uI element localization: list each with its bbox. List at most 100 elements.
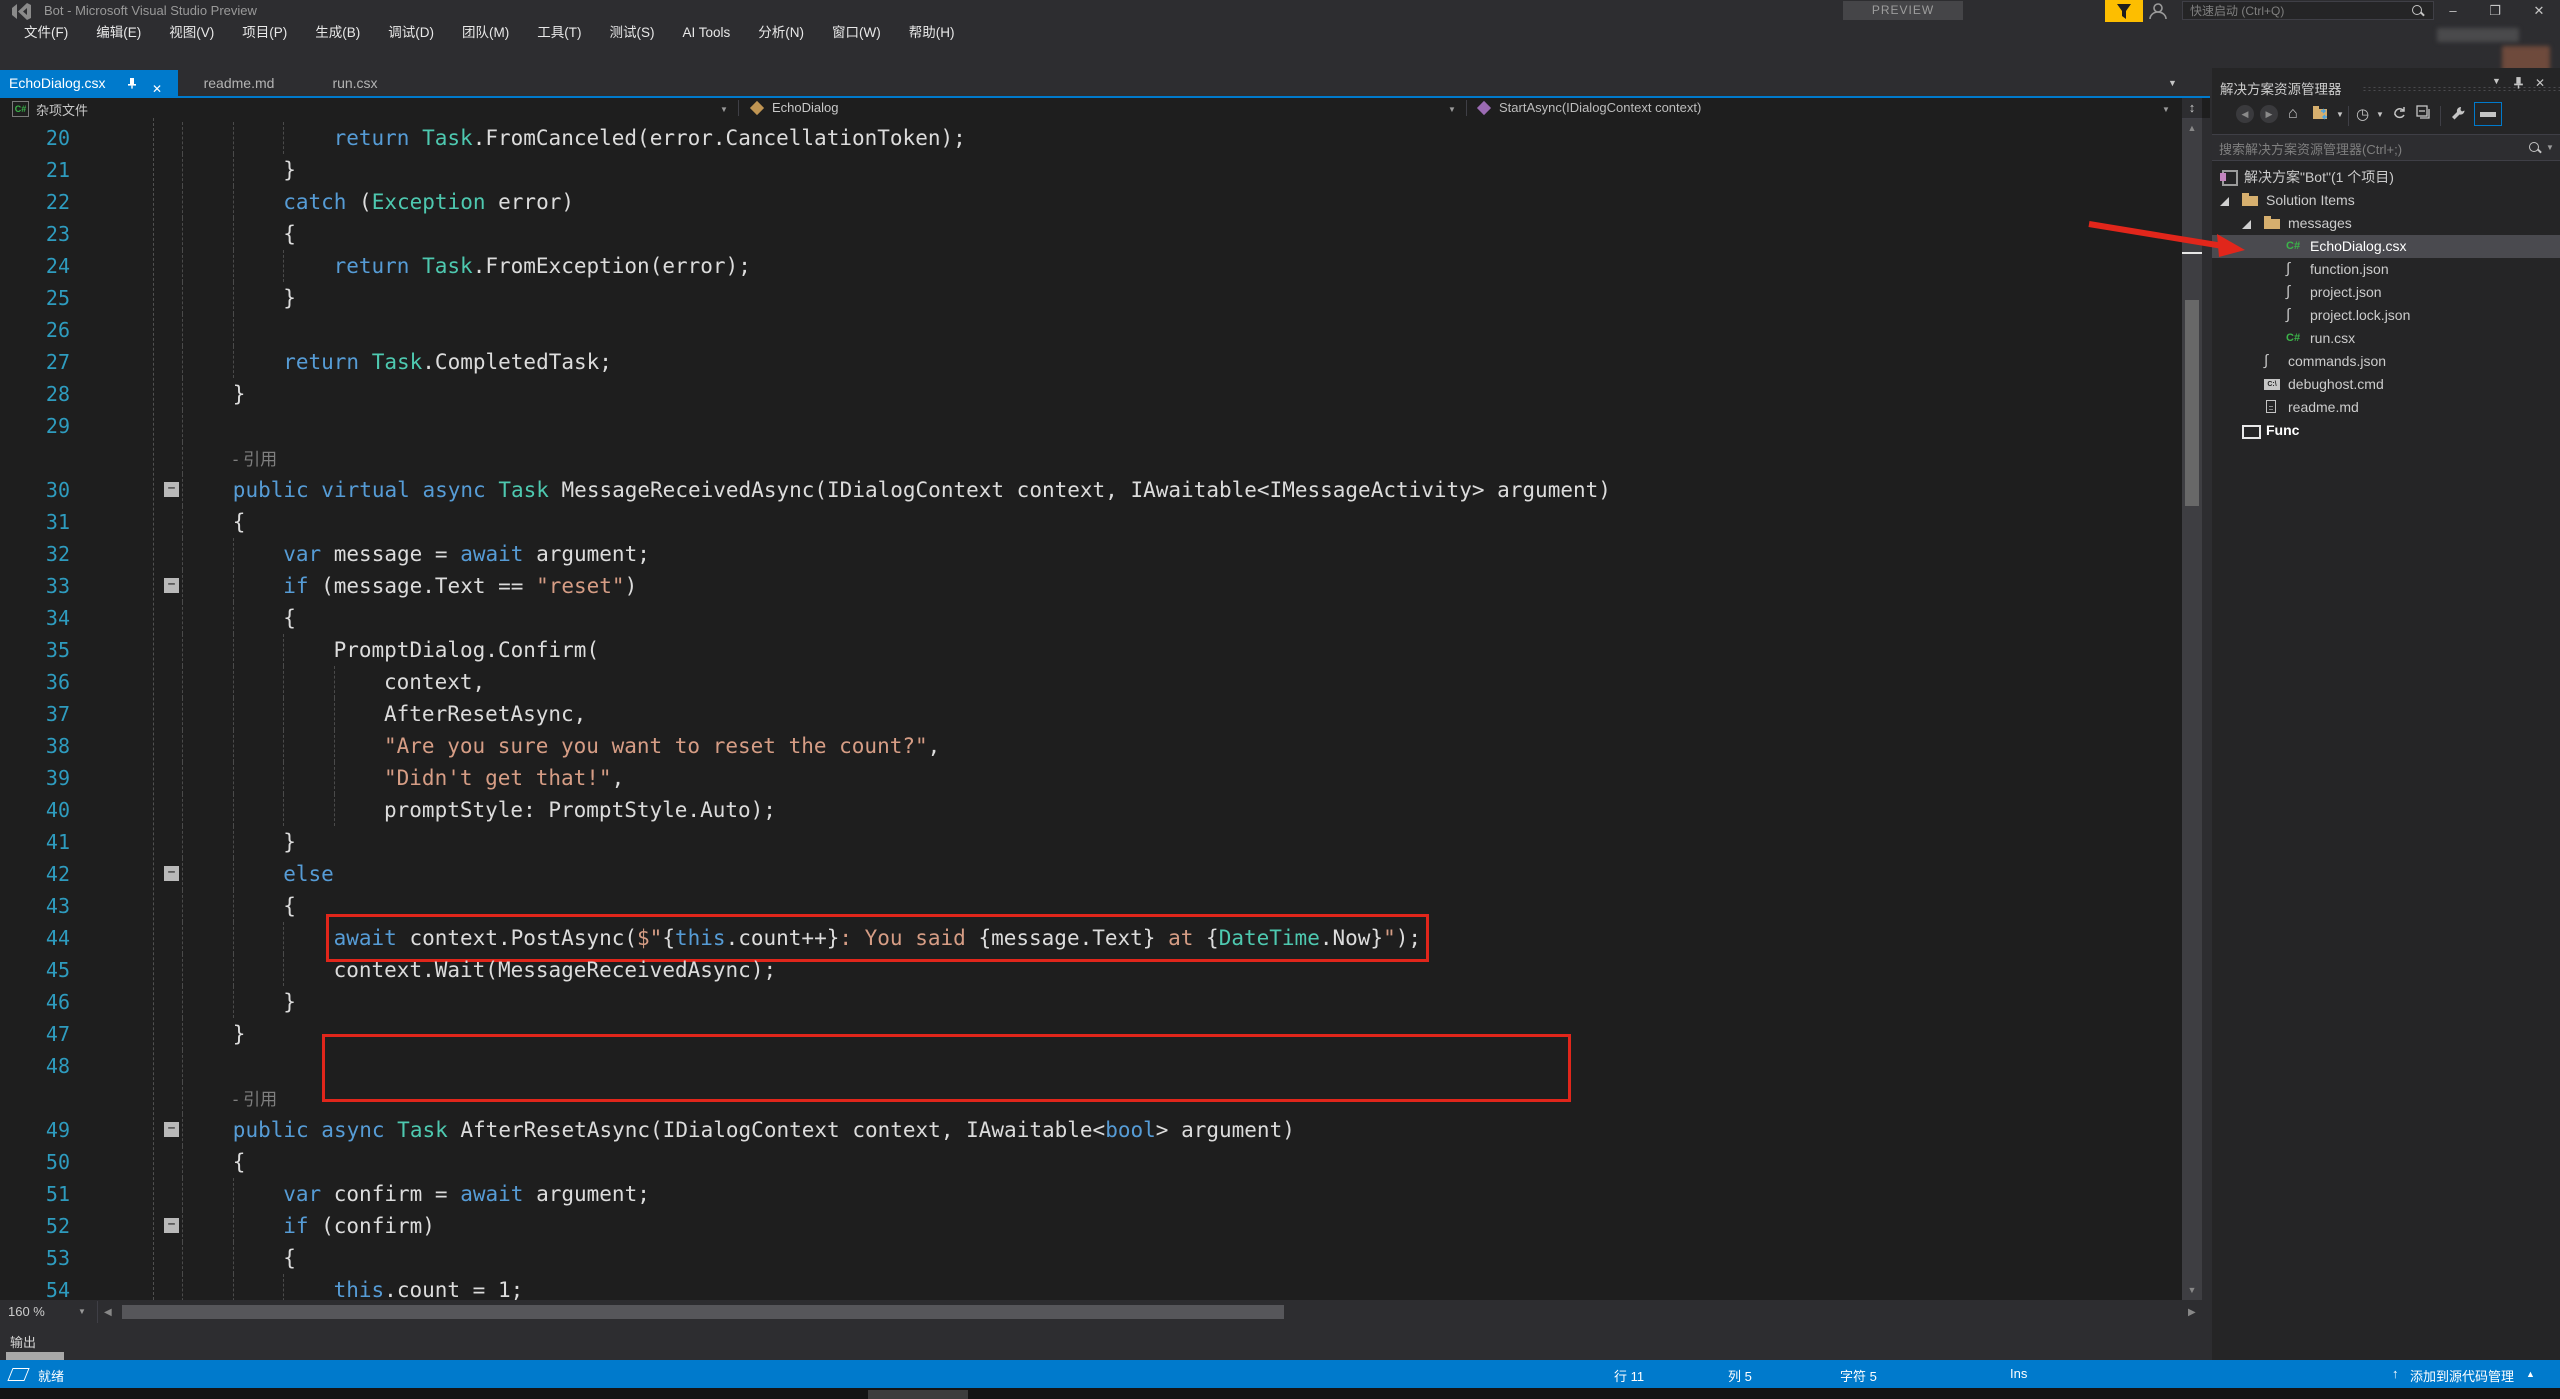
fold-toggle-icon[interactable]: − — [164, 1122, 179, 1137]
fold-toggle-icon[interactable]: − — [164, 1218, 179, 1233]
feedback-flag-icon[interactable] — [2105, 0, 2143, 22]
chevron-down-icon[interactable]: ▼ — [2546, 143, 2554, 152]
fold-toggle-icon[interactable]: − — [164, 578, 179, 593]
panel-menu-chevron-icon[interactable]: ▼ — [2492, 76, 2501, 86]
code-editor[interactable]: 20return Task.FromCanceled(error.Cancell… — [0, 118, 2182, 1300]
code-line-54[interactable]: 54this.count = 1; — [0, 1274, 2182, 1300]
close-panel-icon[interactable]: ✕ — [2535, 76, 2545, 90]
menu-item[interactable]: 测试(S) — [596, 22, 669, 44]
preview-selected-items-toggle[interactable] — [2474, 102, 2502, 126]
breadcrumb-type[interactable]: EchoDialog — [772, 100, 839, 115]
quick-launch-input[interactable]: 快速启动 (Ctrl+Q) — [2182, 1, 2434, 20]
code-line-39[interactable]: 39"Didn't get that!", — [0, 762, 2182, 794]
scroll-down-icon[interactable]: ▼ — [2182, 1281, 2202, 1299]
forward-button[interactable]: ▶ — [2260, 105, 2278, 123]
tree-item-commands.json[interactable]: ∫commands.json — [2212, 350, 2560, 373]
code-line-35[interactable]: 35PromptDialog.Confirm( — [0, 634, 2182, 666]
code-line-31[interactable]: 31{ — [0, 506, 2182, 538]
tree-item-readme.md[interactable]: readme.md — [2212, 396, 2560, 419]
tab-readme[interactable]: readme.md — [178, 70, 300, 96]
menu-item[interactable]: 生成(B) — [301, 22, 374, 44]
code-line-32[interactable]: 32var message = await argument; — [0, 538, 2182, 570]
person-icon[interactable] — [2148, 3, 2168, 20]
editor-split-handle[interactable]: ↕ — [2182, 98, 2202, 119]
code-line-28[interactable]: 28} — [0, 378, 2182, 410]
scroll-left-icon[interactable]: ◀ — [104, 1307, 112, 1318]
code-line-40[interactable]: 40promptStyle: PromptStyle.Auto); — [0, 794, 2182, 826]
code-line-27[interactable]: 27return Task.CompletedTask; — [0, 346, 2182, 378]
menu-item[interactable]: 项目(P) — [228, 22, 301, 44]
chevron-down-icon[interactable]: ▼ — [2376, 110, 2384, 119]
code-line-21[interactable]: 21} — [0, 154, 2182, 186]
menu-item[interactable]: AI Tools — [669, 22, 745, 44]
expander-icon[interactable] — [2242, 220, 2251, 229]
menu-item[interactable]: 团队(M) — [448, 22, 523, 44]
code-line-26[interactable]: 26 — [0, 314, 2182, 346]
code-line-38[interactable]: 38"Are you sure you want to reset the co… — [0, 730, 2182, 762]
chevron-down-icon[interactable]: ▼ — [1448, 105, 1456, 114]
code-line-51[interactable]: 51var confirm = await argument; — [0, 1178, 2182, 1210]
pin-icon[interactable] — [2512, 76, 2525, 89]
tree-item-project.json[interactable]: ∫project.json — [2212, 281, 2560, 304]
code-line-25[interactable]: 25} — [0, 282, 2182, 314]
code-line-49[interactable]: 49−public async Task AfterResetAsync(IDi… — [0, 1114, 2182, 1146]
fold-toggle-icon[interactable]: − — [164, 866, 179, 881]
code-line-47[interactable]: 47} — [0, 1018, 2182, 1050]
fold-toggle-icon[interactable]: − — [164, 482, 179, 497]
chevron-down-icon[interactable]: ▼ — [720, 105, 728, 114]
code-line-33[interactable]: 33−if (message.Text == "reset") — [0, 570, 2182, 602]
codelens-row[interactable]: - 引用 — [0, 1082, 2182, 1114]
tree-item-messages[interactable]: messages — [2212, 212, 2560, 235]
tree-item-project.lock.json[interactable]: ∫project.lock.json — [2212, 304, 2560, 327]
home-icon[interactable]: ⌂ — [2288, 105, 2298, 123]
sync-with-active-document-icon[interactable] — [2312, 105, 2332, 124]
back-button[interactable]: ◀ — [2236, 105, 2254, 123]
horizontal-scrollbar[interactable]: 160 % ▼ ◀ ▶ — [0, 1300, 2202, 1324]
menu-item[interactable]: 帮助(H) — [895, 22, 969, 44]
codelens-row[interactable]: - 引用 — [0, 442, 2182, 474]
code-line-46[interactable]: 46} — [0, 986, 2182, 1018]
pending-changes-filter-icon[interactable]: ◷ — [2356, 105, 2369, 123]
tree-item-function.json[interactable]: ∫function.json — [2212, 258, 2560, 281]
code-line-43[interactable]: 43{ — [0, 890, 2182, 922]
collapse-all-icon[interactable] — [2416, 105, 2433, 124]
chevron-down-icon[interactable]: ▼ — [2162, 105, 2170, 114]
code-line-37[interactable]: 37AfterResetAsync, — [0, 698, 2182, 730]
chevron-down-icon[interactable]: ▼ — [2336, 110, 2344, 119]
refresh-icon[interactable] — [2392, 105, 2409, 124]
expander-icon[interactable] — [2220, 197, 2229, 206]
pin-icon[interactable] — [126, 77, 138, 89]
tree-item--bot-1-[interactable]: 解决方案"Bot"(1 个项目) — [2212, 166, 2560, 189]
menu-item[interactable]: 视图(V) — [155, 22, 228, 44]
tree-item-func[interactable]: Func — [2212, 419, 2560, 442]
code-line-36[interactable]: 36context, — [0, 666, 2182, 698]
code-line-45[interactable]: 45context.Wait(MessageReceivedAsync); — [0, 954, 2182, 986]
code-line-42[interactable]: 42−else — [0, 858, 2182, 890]
tab-echodialog[interactable]: EchoDialog.csx ✕ — [0, 70, 178, 96]
code-line-53[interactable]: 53{ — [0, 1242, 2182, 1274]
menu-item[interactable]: 调试(D) — [374, 22, 448, 44]
code-line-34[interactable]: 34{ — [0, 602, 2182, 634]
tree-item-echodialog.csx[interactable]: C#EchoDialog.csx — [2212, 235, 2560, 258]
output-panel[interactable]: 输出 — [0, 1326, 2210, 1360]
add-to-source-control-button[interactable]: 添加到源代码管理 — [2410, 1366, 2514, 1385]
tree-item-debughost.cmd[interactable]: C:\debughost.cmd — [2212, 373, 2560, 396]
code-line-30[interactable]: 30−public virtual async Task MessageRece… — [0, 474, 2182, 506]
breadcrumb-project[interactable]: 杂项文件 — [36, 100, 88, 119]
code-line-22[interactable]: 22catch (Exception error) — [0, 186, 2182, 218]
tab-runcsx[interactable]: run.csx — [300, 70, 410, 96]
code-line-44[interactable]: 44await context.PostAsync($"{this.count+… — [0, 922, 2182, 954]
code-line-20[interactable]: 20return Task.FromCanceled(error.Cancell… — [0, 122, 2182, 154]
code-line-23[interactable]: 23{ — [0, 218, 2182, 250]
scroll-up-icon[interactable]: ▲ — [2182, 119, 2202, 137]
vertical-scroll-thumb[interactable] — [2185, 300, 2199, 506]
properties-wrench-icon[interactable] — [2450, 105, 2467, 124]
menu-item[interactable]: 编辑(E) — [82, 22, 155, 44]
minimize-button[interactable]: – — [2436, 0, 2470, 21]
code-line-24[interactable]: 24return Task.FromException(error); — [0, 250, 2182, 282]
vertical-scrollbar[interactable]: ↕ ▲ ▼ — [2182, 98, 2202, 1300]
scroll-right-icon[interactable]: ▶ — [2188, 1307, 2196, 1318]
solution-search-box[interactable]: 搜索解决方案资源管理器(Ctrl+;) ▼ — [2212, 134, 2560, 161]
output-panel-title[interactable]: 输出 — [10, 1332, 36, 1351]
code-line-52[interactable]: 52−if (confirm) — [0, 1210, 2182, 1242]
